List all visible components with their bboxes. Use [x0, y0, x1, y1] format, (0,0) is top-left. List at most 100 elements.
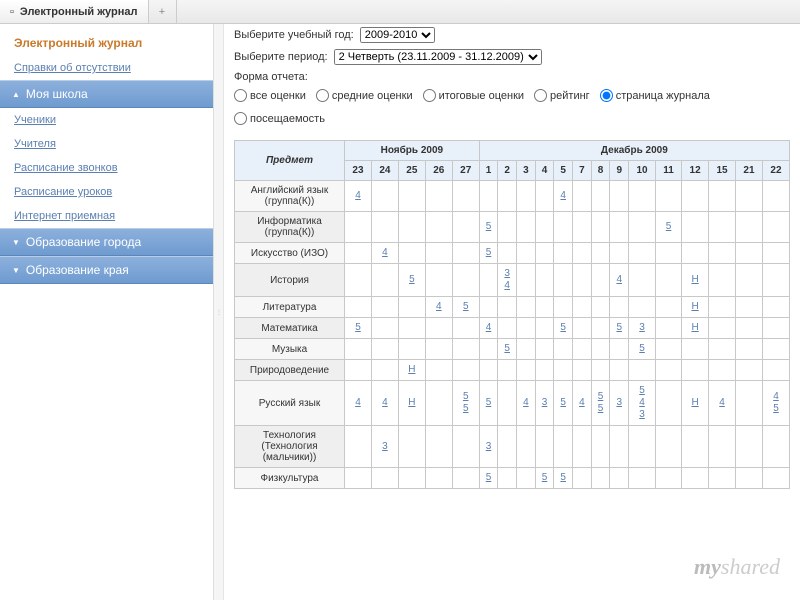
grade-link[interactable]: 5	[486, 221, 492, 233]
report-form-option[interactable]: посещаемость	[234, 112, 325, 125]
grade-cell	[610, 360, 629, 381]
grade-cell: 5	[656, 212, 682, 243]
grade-link[interactable]: 5	[504, 343, 510, 355]
sidebar-section-city[interactable]: ▼ Образование города	[0, 228, 213, 256]
radio-label: итоговые оценки	[439, 90, 524, 102]
grade-link[interactable]: 5	[639, 343, 645, 355]
grade-link[interactable]: 4	[560, 190, 566, 202]
report-form-option[interactable]: страница журнала	[600, 89, 710, 102]
grade-cell	[736, 468, 763, 489]
grade-link[interactable]: 4	[436, 301, 442, 313]
grade-link[interactable]: Н	[691, 397, 698, 409]
grade-link[interactable]: 4	[523, 397, 529, 409]
grade-link[interactable]: 5	[486, 247, 492, 259]
grade-link[interactable]: 5	[486, 472, 492, 484]
grade-link[interactable]: 3	[486, 441, 492, 453]
radio-input[interactable]	[423, 89, 436, 102]
grade-link[interactable]: 4	[355, 397, 361, 409]
grade-link[interactable]: 4	[773, 391, 779, 403]
grade-link[interactable]: 5	[560, 397, 566, 409]
radio-input[interactable]	[316, 89, 329, 102]
grade-link[interactable]: 3	[542, 397, 548, 409]
sidebar-link-students[interactable]: Ученики	[0, 108, 213, 132]
grade-link[interactable]: Н	[691, 274, 698, 286]
grade-cell	[425, 339, 452, 360]
radio-input[interactable]	[600, 89, 613, 102]
report-form-option[interactable]: итоговые оценки	[423, 89, 524, 102]
subject-cell: Литература	[235, 297, 345, 318]
grade-link[interactable]: Н	[408, 397, 415, 409]
browser-tab-active[interactable]: ▫ Электронный журнал	[0, 0, 149, 23]
radio-input[interactable]	[534, 89, 547, 102]
grade-link[interactable]: 3	[616, 397, 622, 409]
grade-link[interactable]: 5	[773, 403, 779, 415]
grade-cell	[479, 297, 498, 318]
report-form-option[interactable]: все оценки	[234, 89, 306, 102]
grade-link[interactable]: 3	[382, 441, 388, 453]
grade-link[interactable]: 5	[666, 221, 672, 233]
grade-link[interactable]: 5	[542, 472, 548, 484]
grade-link[interactable]: 4	[382, 247, 388, 259]
grade-link[interactable]: 5	[598, 403, 604, 415]
grade-link[interactable]: 5	[355, 322, 361, 334]
grade-cell	[591, 318, 610, 339]
sidebar-link-lesson-schedule[interactable]: Расписание уроков	[0, 180, 213, 204]
table-row: ПриродоведениеН	[235, 360, 790, 381]
grade-cell	[452, 243, 479, 264]
subject-cell: Информатика (группа(К))	[235, 212, 345, 243]
radio-input[interactable]	[234, 112, 247, 125]
grade-cell	[610, 212, 629, 243]
grade-link[interactable]: 5	[560, 472, 566, 484]
sidebar-link-teachers[interactable]: Учителя	[0, 132, 213, 156]
sidebar-section-region[interactable]: ▼ Образование края	[0, 256, 213, 284]
report-form-option[interactable]: рейтинг	[534, 89, 590, 102]
grade-cell	[554, 264, 573, 297]
period-select[interactable]: 2 Четверть (23.11.2009 - 31.12.2009)	[334, 49, 542, 65]
grade-link[interactable]: 5	[463, 301, 469, 313]
grade-link[interactable]: 5	[616, 322, 622, 334]
grade-cell	[762, 360, 789, 381]
grade-cell	[452, 360, 479, 381]
grade-link[interactable]: 5	[463, 391, 469, 403]
radio-input[interactable]	[234, 89, 247, 102]
grade-cell	[591, 243, 610, 264]
grade-link[interactable]: Н	[691, 322, 698, 334]
grade-link[interactable]: 4	[616, 274, 622, 286]
grade-link[interactable]: 5	[463, 403, 469, 415]
grade-link[interactable]: 5	[409, 274, 415, 286]
grade-cell	[345, 339, 372, 360]
grade-link[interactable]: 4	[579, 397, 585, 409]
grade-cell	[517, 318, 536, 339]
sidebar-link-absence[interactable]: Справки об отсутствии	[0, 56, 213, 80]
grade-cell	[498, 212, 517, 243]
sidebar-link-reception[interactable]: Интернет приемная	[0, 204, 213, 228]
grade-link[interactable]: 3	[504, 268, 510, 280]
grade-link[interactable]: 3	[639, 322, 645, 334]
grade-link[interactable]: 5	[639, 385, 645, 397]
grade-link[interactable]: 4	[639, 397, 645, 409]
report-form-option[interactable]: средние оценки	[316, 89, 413, 102]
year-select[interactable]: 2009-2010	[360, 27, 435, 43]
grade-link[interactable]: 4	[382, 397, 388, 409]
grade-link[interactable]: 5	[560, 322, 566, 334]
grade-link[interactable]: 4	[486, 322, 492, 334]
grade-cell	[479, 339, 498, 360]
sidebar-link-bell-schedule[interactable]: Расписание звонков	[0, 156, 213, 180]
splitter-handle[interactable]: ⋮	[214, 24, 224, 600]
grade-cell	[610, 243, 629, 264]
radio-label: посещаемость	[250, 113, 325, 125]
grade-link[interactable]: 5	[486, 397, 492, 409]
grade-link[interactable]: 3	[639, 409, 645, 421]
grade-cell	[573, 426, 592, 468]
grade-link[interactable]: 5	[598, 391, 604, 403]
sidebar-section-myschool[interactable]: ▲ Моя школа	[0, 80, 213, 108]
new-tab-button[interactable]: +	[149, 0, 177, 23]
grade-cell	[709, 243, 736, 264]
grade-link[interactable]: 4	[504, 280, 510, 292]
grade-cell	[682, 468, 709, 489]
grade-link[interactable]: 4	[355, 190, 361, 202]
grade-link[interactable]: Н	[408, 364, 415, 376]
grade-link[interactable]: Н	[691, 301, 698, 313]
grade-link[interactable]: 4	[719, 397, 725, 409]
grade-cell	[610, 297, 629, 318]
